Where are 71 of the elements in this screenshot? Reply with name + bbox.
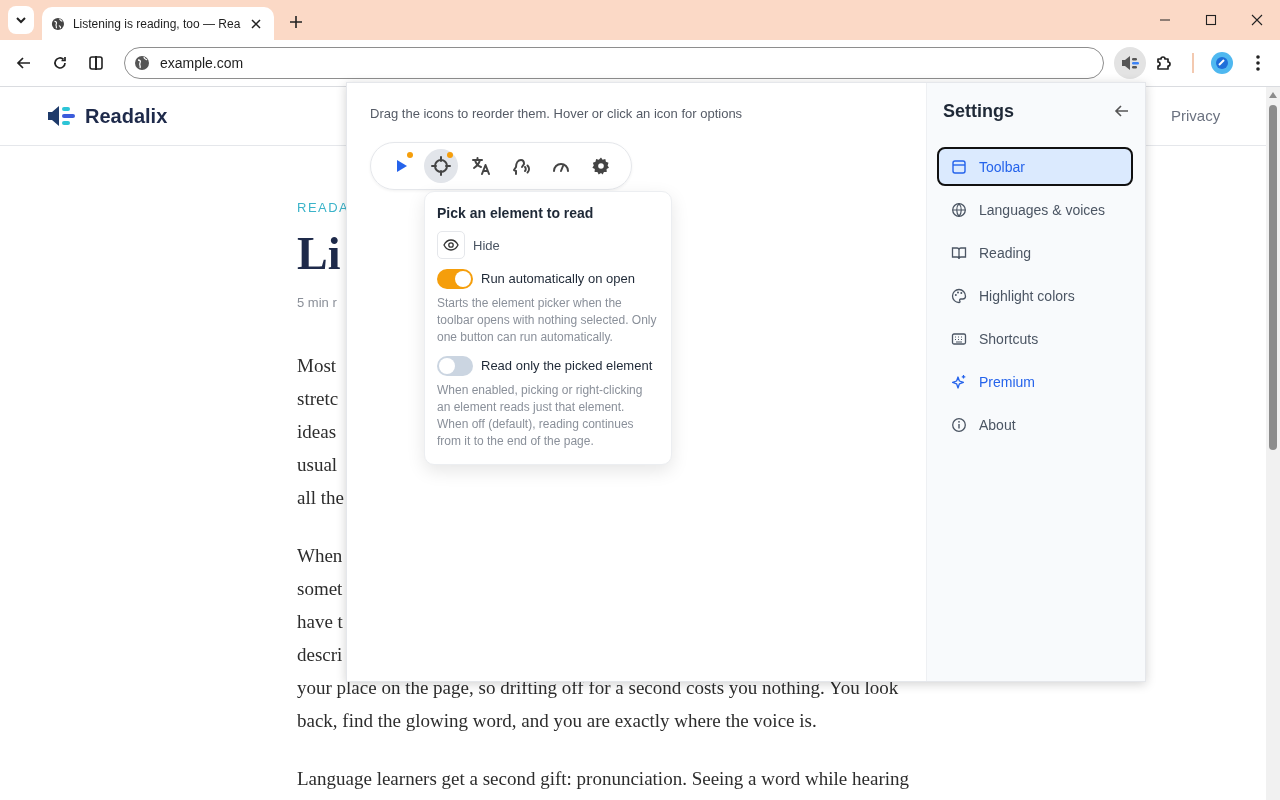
settings-menu-item[interactable]: Languages & voices [937, 190, 1133, 229]
popover-title: Pick an element to read [437, 205, 595, 221]
settings-menu-item[interactable]: Reading [937, 233, 1133, 272]
toggle-switch[interactable] [437, 269, 473, 289]
settings-menu-item[interactable]: Toolbar [937, 147, 1133, 186]
nav-link[interactable]: Privacy [1171, 107, 1221, 124]
reading-time: 5 min r [297, 294, 337, 312]
back-arrow-icon [1114, 103, 1130, 119]
article-text-line: back, find the glowing word, and you are exactly where the voice is. [297, 709, 817, 733]
back-button[interactable] [1114, 103, 1130, 119]
article-text-line: descri [297, 643, 343, 667]
article-text-line: Language learners get a second gift: pronunciation. Seeing a word while hearing [297, 767, 909, 791]
menu-icon [1255, 55, 1260, 71]
instruction-text: Drag the icons to reorder them. Hover or click an icon for options [370, 105, 744, 123]
close-icon [1251, 14, 1263, 26]
avatar-icon [1211, 52, 1233, 74]
puzzle-icon [1155, 54, 1174, 72]
extension-button[interactable] [1114, 47, 1147, 79]
plus-icon [289, 15, 303, 29]
settings-menu-item[interactable]: Shortcuts [937, 319, 1133, 358]
settings-menu-item[interactable]: Highlight colors [937, 276, 1133, 315]
window-icon [951, 158, 967, 175]
toolbar-button[interactable] [424, 149, 458, 183]
article-text-line: have t [297, 610, 343, 634]
crosshair-icon [431, 156, 451, 176]
article-category: READA [297, 200, 350, 216]
chevron-down-icon [15, 14, 27, 26]
reload-icon [51, 55, 68, 71]
keyboard-icon [951, 330, 967, 347]
tab-title: Listening is reading, too — Rea [72, 16, 241, 31]
article-text-line: When [297, 544, 343, 568]
option-label: Run automatically on open [481, 270, 636, 287]
article-text-line: all the [297, 486, 344, 510]
scrollbar[interactable] [1266, 87, 1280, 800]
scroll-up-icon [1269, 92, 1277, 98]
palette-icon [951, 287, 967, 304]
article-title: Li [297, 228, 341, 280]
eye-icon [437, 231, 465, 259]
article-text-line: somet [297, 577, 343, 601]
split-view-icon [87, 55, 104, 71]
settings-menu-item[interactable]: Premium [937, 362, 1133, 401]
sparkles-icon [951, 373, 967, 390]
option-description: Starts the element picker when the toolbar opens with nothing selected. Only one button can run automatically. [437, 295, 658, 346]
browser-tab[interactable]: Listening is reading, too — Rea [42, 7, 274, 40]
settings-menu-item[interactable]: About [937, 405, 1133, 444]
profile-button[interactable] [1208, 49, 1236, 77]
url-text: example.com [159, 55, 244, 71]
option-description: When enabled, picking or right-clicking an element reads just that element. When off (default), reading continues from it to the end of the page. [437, 382, 644, 450]
article-text-line: ideas [297, 420, 337, 444]
maximize-icon [1205, 14, 1217, 26]
gear-icon [591, 156, 611, 176]
site-logo[interactable]: Readalix [85, 104, 168, 128]
globe-icon [51, 15, 65, 32]
hide-button[interactable]: Hide [437, 231, 500, 259]
logo-icon [48, 105, 75, 127]
speaking-head-icon [511, 156, 531, 176]
globe-icon [951, 201, 967, 218]
globe-icon [133, 55, 150, 71]
close-icon [251, 18, 262, 29]
translate-icon [471, 156, 491, 176]
toggle-switch[interactable] [437, 356, 473, 376]
settings-title: Settings [943, 100, 1014, 122]
back-arrow-icon [16, 55, 32, 71]
speaker-lines-icon [1121, 55, 1140, 71]
article-text-line: Most [297, 354, 337, 378]
info-icon [951, 416, 967, 433]
article-text-line: stretc [297, 387, 339, 411]
option-label: Read only the picked element [481, 357, 653, 374]
book-icon [951, 244, 967, 261]
tab-list-button[interactable] [8, 6, 34, 34]
article-text-line: usual [297, 453, 338, 477]
